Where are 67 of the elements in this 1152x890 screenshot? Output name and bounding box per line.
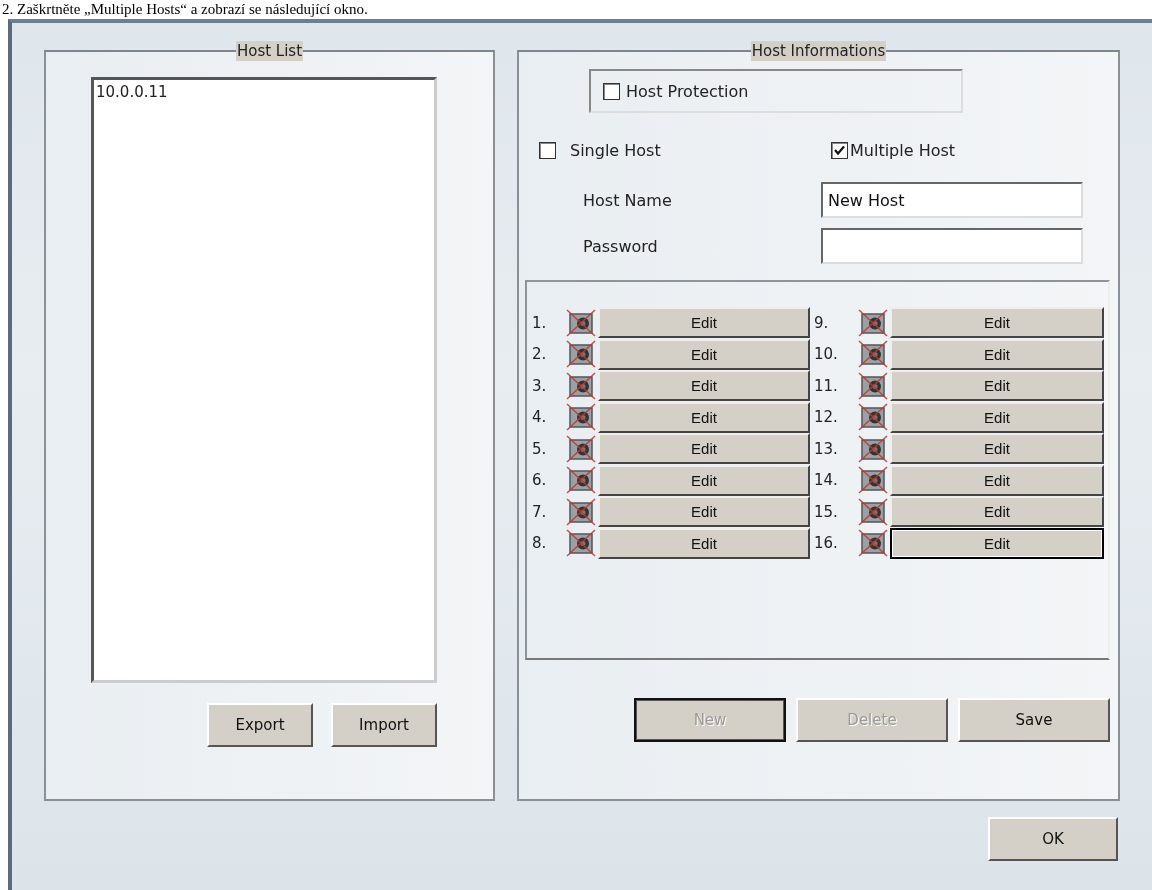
slot-number: 16. — [814, 534, 839, 553]
checkbox[interactable] — [831, 142, 848, 159]
edit-button[interactable]: Edit — [598, 464, 810, 496]
slot-number: 14. — [814, 471, 839, 490]
edit-button[interactable]: Edit — [598, 370, 810, 402]
camera-crossed-icon — [856, 496, 890, 527]
edit-button[interactable]: Edit — [598, 527, 810, 559]
edit-button[interactable]: Edit — [890, 433, 1104, 465]
camera-crossed-icon — [564, 528, 598, 559]
edit-button[interactable]: Edit — [890, 464, 1104, 496]
edit-button[interactable]: Edit — [890, 338, 1104, 370]
slot-number: 13. — [814, 439, 839, 458]
camera-crossed-icon — [564, 370, 598, 401]
slot-number: 5. — [532, 439, 548, 458]
list-item[interactable]: 10.0.0.11 — [94, 80, 170, 104]
ok-button[interactable]: OK — [988, 817, 1118, 861]
camera-crossed-icon — [856, 465, 890, 496]
checkbox-label: Multiple Host — [850, 141, 956, 160]
field-label: Host Name — [583, 190, 673, 210]
edit-button[interactable]: Edit — [890, 370, 1104, 402]
field-label: Password — [583, 236, 659, 256]
export-button[interactable]: Export — [207, 703, 313, 747]
host-listbox[interactable]: 10.0.0.11 — [91, 77, 437, 683]
panel-title: Host List — [235, 41, 304, 61]
camera-crossed-icon — [564, 307, 598, 338]
input-field[interactable]: New Host — [821, 182, 1083, 218]
camera-crossed-icon — [564, 402, 598, 433]
edit-button[interactable]: Edit — [598, 338, 810, 370]
slot-number: 11. — [814, 376, 839, 395]
camera-crossed-icon — [856, 402, 890, 433]
checkbox-label: Single Host — [570, 141, 661, 160]
slot-number: 10. — [814, 345, 839, 364]
save-button[interactable]: Save — [958, 698, 1110, 742]
edit-button[interactable]: Edit — [598, 496, 810, 528]
slot-number: 8. — [532, 534, 548, 553]
camera-crossed-icon — [564, 465, 598, 496]
slot-number: 7. — [532, 502, 548, 521]
password-field[interactable] — [821, 228, 1083, 264]
import-button[interactable]: Import — [331, 703, 437, 747]
slot-number: 1. — [532, 313, 548, 332]
camera-crossed-icon — [856, 528, 890, 559]
camera-crossed-icon — [856, 339, 890, 370]
camera-crossed-icon — [856, 307, 890, 338]
panel-title: Host Informations — [750, 41, 887, 61]
slot-number: 15. — [814, 502, 839, 521]
camera-crossed-icon — [564, 433, 598, 464]
camera-crossed-icon — [564, 339, 598, 370]
caption-text: 2. Zaškrtněte „Multiple Hosts“ a zobrazí se následující okno. — [1, 0, 368, 18]
slot-number: 4. — [532, 408, 548, 427]
slot-number: 9. — [814, 313, 830, 332]
edit-button[interactable]: Edit — [598, 401, 810, 433]
slot-number: 12. — [814, 408, 839, 427]
camera-crossed-icon — [856, 433, 890, 464]
edit-button[interactable]: Edit — [890, 307, 1104, 339]
slot-number: 6. — [532, 471, 548, 490]
edit-button[interactable]: Edit — [890, 527, 1104, 559]
edit-button[interactable]: Edit — [598, 307, 810, 339]
camera-crossed-icon — [564, 496, 598, 527]
checkbox[interactable] — [539, 142, 556, 159]
camera-crossed-icon — [856, 370, 890, 401]
checkbox[interactable] — [603, 82, 620, 100]
slot-number: 2. — [532, 345, 548, 364]
slot-number: 3. — [532, 376, 548, 395]
edit-button[interactable]: Edit — [598, 433, 810, 465]
edit-button[interactable]: Edit — [890, 496, 1104, 528]
checkbox-label: Host Protection — [626, 81, 749, 101]
edit-button[interactable]: Edit — [890, 401, 1104, 433]
